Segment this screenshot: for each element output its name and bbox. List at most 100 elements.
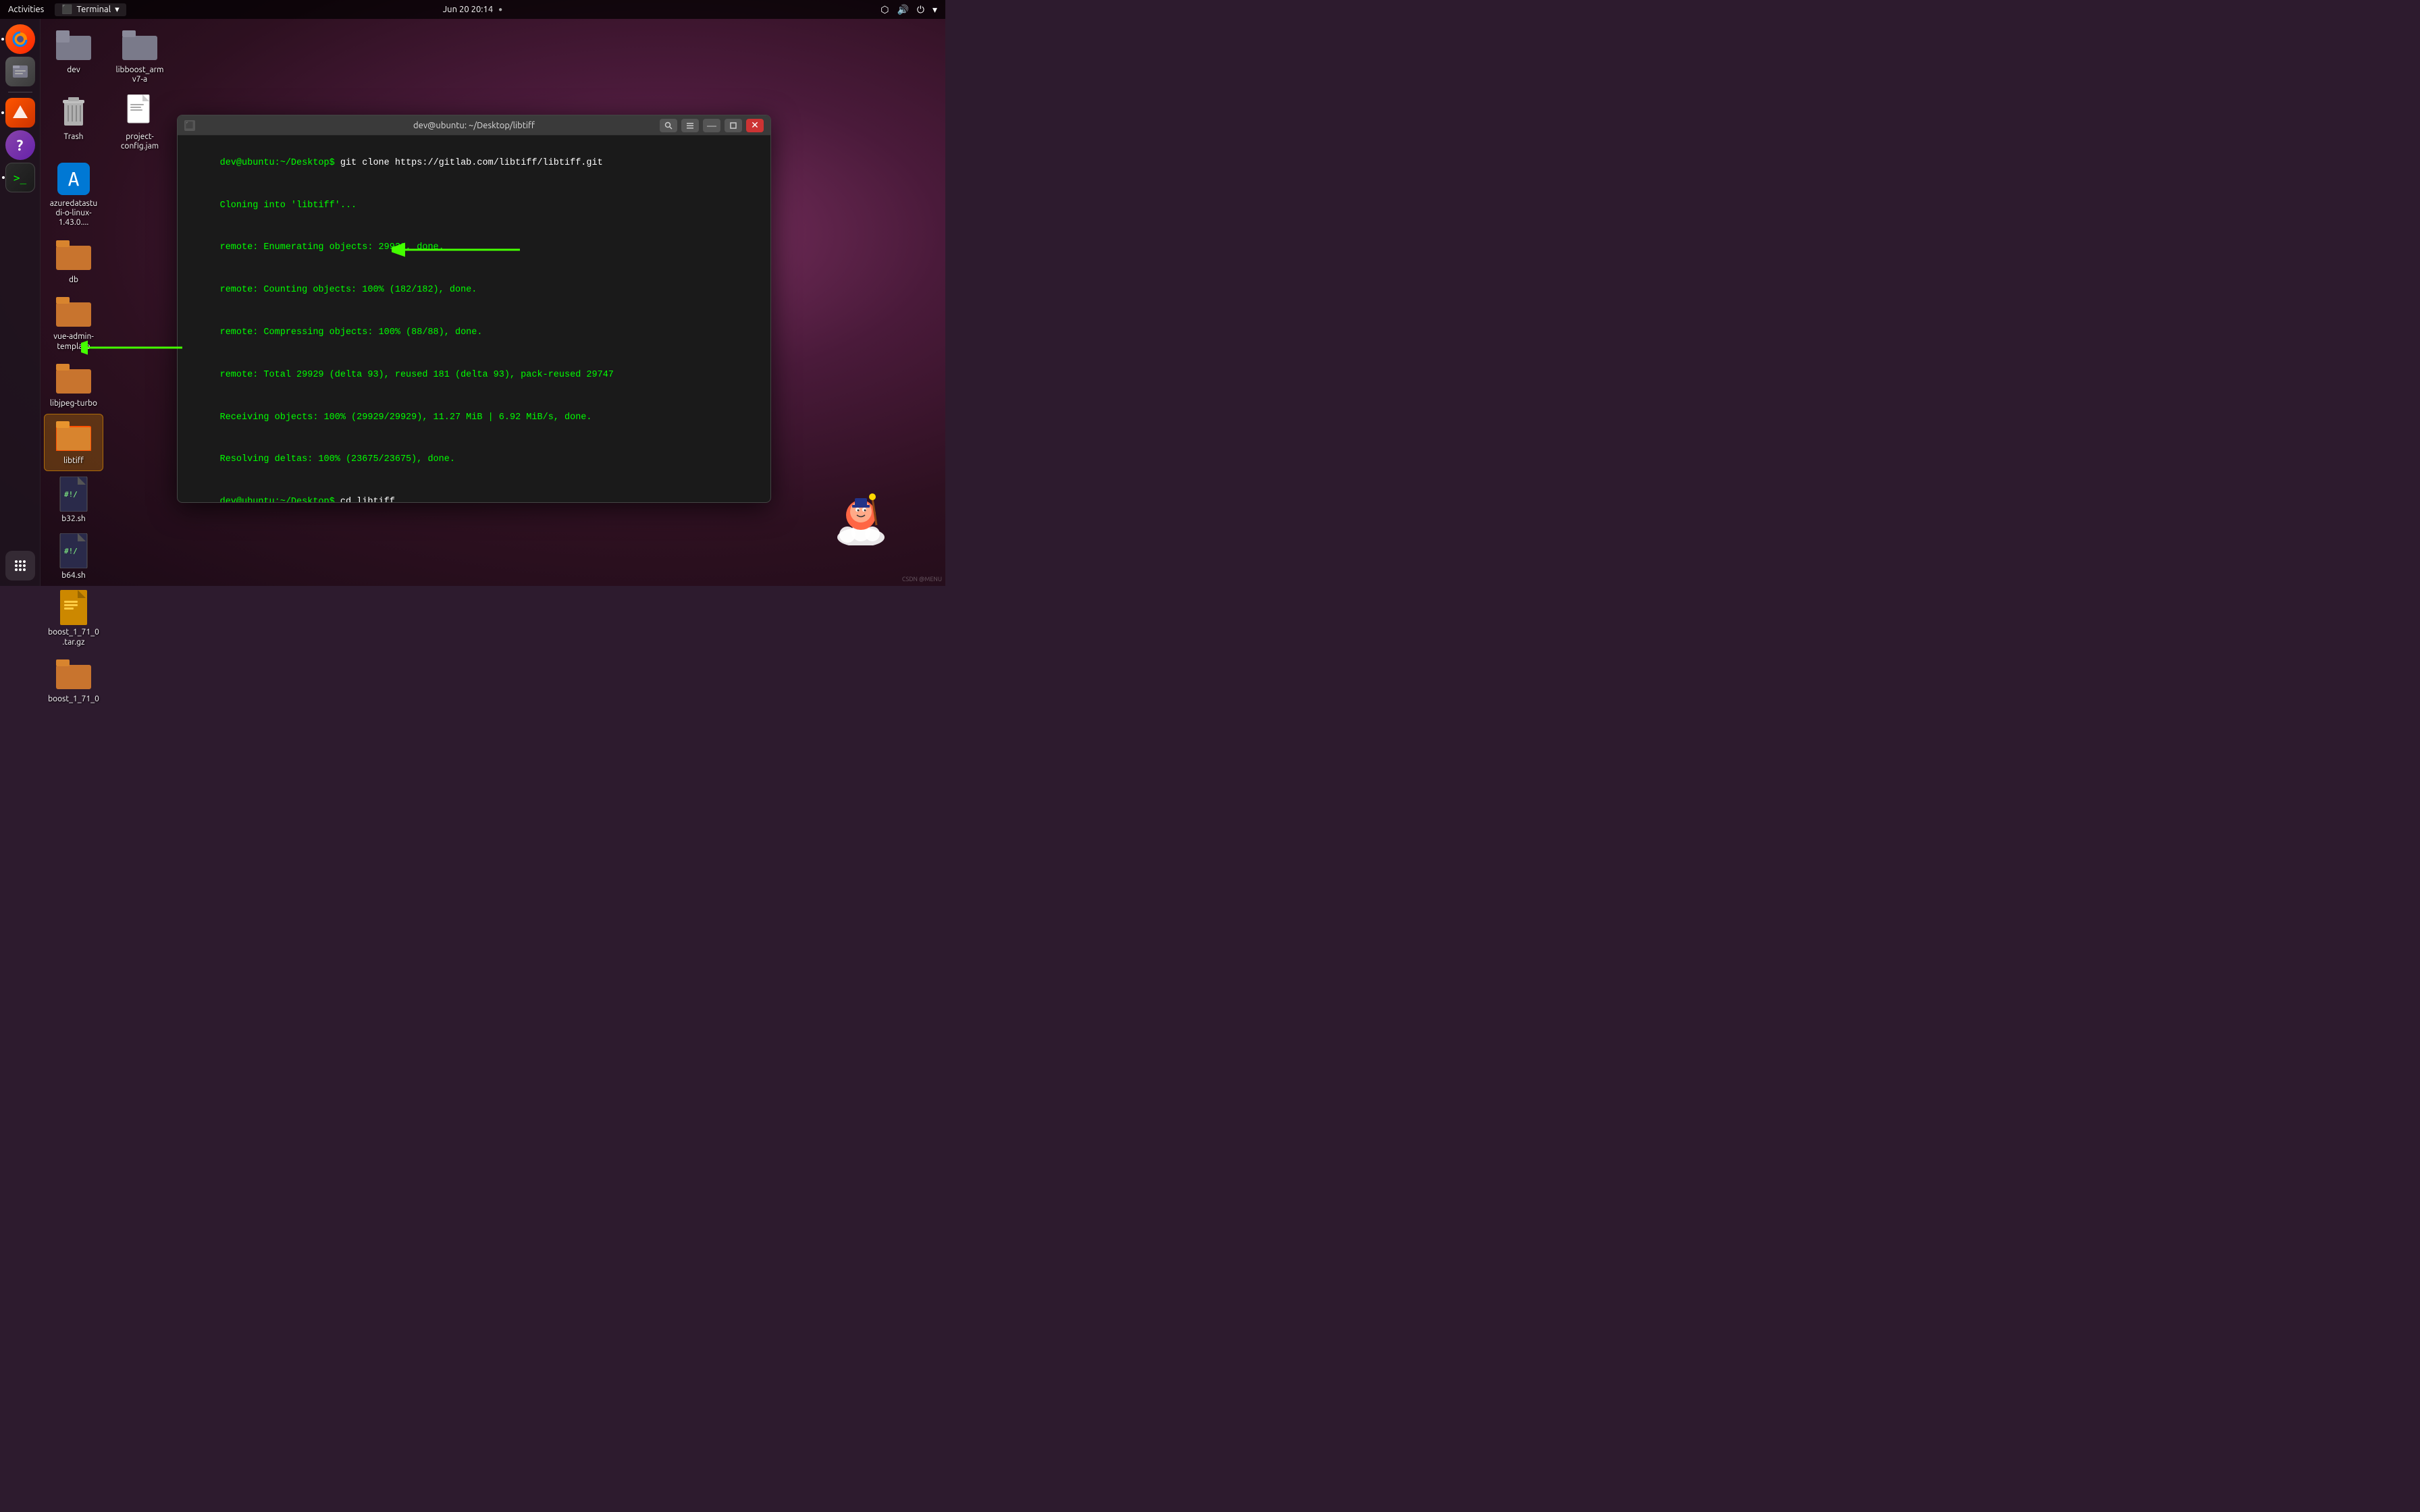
project-config-label: project-config.jam (114, 132, 165, 152)
terminal-tab[interactable]: ⬛ Terminal ▾ (55, 3, 126, 16)
terminal-line-6: remote: Total 29929 (delta 93), reused 1… (187, 354, 761, 397)
terminal-body[interactable]: dev@ubuntu:~/Desktop$ git clone https://… (178, 136, 770, 502)
search-button[interactable] (660, 119, 677, 132)
azuredatastudio-icon: A (57, 163, 90, 195)
svg-text:#!/: #!/ (64, 547, 78, 556)
terminal-window: ⬛ dev@ubuntu: ~/Desktop/libtiff — (177, 115, 771, 503)
libboost-folder-label: libboost_armv7-a (114, 65, 165, 85)
svg-text:A: A (68, 168, 80, 190)
minimize-button[interactable]: — (703, 119, 720, 132)
desktop-icon-libboost[interactable]: libboost_armv7-a (110, 24, 169, 89)
help-icon: ? (17, 137, 24, 154)
titlebar-right: — ✕ (660, 119, 764, 132)
desktop-icon-project-config[interactable]: project-config.jam (110, 90, 169, 156)
dock-appstore[interactable] (5, 98, 35, 128)
files-icon (11, 62, 30, 81)
boost-dir-label: boost_1_71_0 (48, 695, 99, 704)
close-button[interactable]: ✕ (746, 119, 764, 132)
desktop-icon-libjpeg[interactable]: libjpeg-turbo (44, 357, 103, 412)
libtiff-folder-icon (56, 421, 91, 451)
power-icon: ⏻ (917, 4, 924, 16)
datetime: Jun 20 20:14 (443, 5, 493, 14)
activities-button[interactable]: Activities (8, 5, 44, 14)
icon-row-5: vue-admin-template (44, 290, 169, 356)
settings-icon: ▾ (932, 4, 937, 16)
dock-apps-button[interactable] (5, 551, 35, 580)
terminal-line-7: Receiving objects: 100% (29929/29929), 1… (187, 397, 761, 439)
output-3: remote: Counting objects: 100% (182/182)… (220, 285, 477, 295)
icon-row-6: libjpeg-turbo (44, 357, 169, 412)
icon-row-11: boost_1_71_0 (44, 653, 169, 708)
desktop-icon-db[interactable]: db (44, 234, 103, 289)
network-icon: ⬡ (880, 4, 889, 16)
b32sh-label: b32.sh (61, 514, 86, 524)
terminal-app-icon: ⬛ (184, 120, 195, 131)
db-folder-icon (56, 240, 91, 270)
libtiff-label: libtiff (63, 456, 84, 466)
terminal-line-4: remote: Counting objects: 100% (182/182)… (187, 269, 761, 312)
terminal-line-1: dev@ubuntu:~/Desktop$ git clone https://… (187, 142, 761, 185)
icon-row-7: libtiff (44, 414, 169, 470)
vue-folder-icon (56, 297, 91, 327)
prompt-1: dev@ubuntu:~/Desktop$ (220, 158, 335, 168)
desktop-icon-dev[interactable]: dev (44, 24, 103, 89)
dev-folder-label: dev (67, 65, 80, 75)
maximize-button[interactable] (725, 119, 742, 132)
trash-icon (59, 94, 88, 130)
output-6: Receiving objects: 100% (29929/29929), 1… (220, 412, 592, 423)
desktop-icons-area: dev libboost_armv7-a (44, 24, 169, 709)
terminal-titlebar: ⬛ dev@ubuntu: ~/Desktop/libtiff — (178, 115, 770, 136)
dock-help[interactable]: ? (5, 130, 35, 160)
terminal-line-cd: dev@ubuntu:~/Desktop$ cd libtiff (187, 481, 761, 502)
icon-row-8: #!/ b32.sh (44, 473, 169, 528)
topbar: Activities ⬛ Terminal ▾ Jun 20 20:14 ● ⬡… (0, 0, 945, 19)
desktop-icon-azuredatastudio[interactable]: A azuredatastudi-o-linux-1.43.0.... (44, 157, 103, 232)
output-1: Cloning into 'libtiff'... (220, 200, 357, 211)
dock-active-indicator-2 (1, 111, 4, 114)
terminal-line-3: remote: Enumerating objects: 29929, done… (187, 227, 761, 270)
b64sh-icon: #!/ (59, 533, 88, 568)
boost-tar-icon (59, 590, 88, 625)
topbar-left: Activities ⬛ Terminal ▾ (8, 3, 126, 16)
dock-active-indicator (1, 38, 4, 40)
terminal-tab-label: Terminal (77, 5, 111, 14)
dock-firefox[interactable] (5, 24, 35, 54)
terminal-line-2: Cloning into 'libtiff'... (187, 185, 761, 227)
icon-row-3: A azuredatastudi-o-linux-1.43.0.... (44, 157, 169, 232)
terminal-line-8: Resolving deltas: 100% (23675/23675), do… (187, 439, 761, 481)
icon-row-10: boost_1_71_0.tar.gz (44, 586, 169, 651)
sound-icon: 🔊 (897, 4, 908, 16)
terminal-tab-arrow: ▾ (115, 5, 120, 15)
terminal-line-5: remote: Compressing objects: 100% (88/88… (187, 312, 761, 354)
desktop-icon-vue-admin[interactable]: vue-admin-template (44, 290, 103, 356)
desktop-icon-b64sh[interactable]: #!/ b64.sh (44, 529, 103, 585)
desktop-icon-boost-tar[interactable]: boost_1_71_0.tar.gz (44, 586, 103, 651)
desktop-icon-b32sh[interactable]: #!/ b32.sh (44, 473, 103, 528)
topbar-right: ⬡ 🔊 ⏻ ▾ (880, 4, 937, 16)
menu-button[interactable] (681, 119, 699, 132)
trash-label: Trash (63, 132, 83, 142)
db-label: db (69, 275, 78, 285)
dock-terminal[interactable]: >_ (5, 163, 35, 192)
watermark: CSDN @MENU (902, 576, 942, 583)
output-2: remote: Enumerating objects: 29929, done… (220, 242, 444, 252)
libboost-folder-icon (122, 30, 157, 60)
dock-active-indicator-3 (2, 176, 5, 179)
libjpeg-label: libjpeg-turbo (50, 399, 97, 408)
b32sh-icon: #!/ (59, 477, 88, 512)
icon-row-2: Trash project-config.jam (44, 90, 169, 156)
desktop-icon-libtiff[interactable]: libtiff (44, 414, 103, 470)
terminal-small-icon: ⬛ (186, 122, 194, 130)
search-icon (664, 122, 673, 130)
maximize-icon (730, 122, 737, 129)
icon-row-4: db (44, 234, 169, 289)
dock: ? >_ (0, 19, 41, 586)
desktop-icon-boost-dir[interactable]: boost_1_71_0 (44, 653, 103, 708)
boost-tar-label: boost_1_71_0.tar.gz (48, 628, 99, 647)
desktop-icon-trash[interactable]: Trash (44, 90, 103, 156)
titlebar-left: ⬛ (184, 120, 195, 131)
dock-files[interactable] (5, 57, 35, 86)
apps-grid-icon (14, 559, 27, 572)
indicator-dot: ● (498, 5, 502, 14)
cmd-cd: cd libtiff (335, 497, 395, 502)
